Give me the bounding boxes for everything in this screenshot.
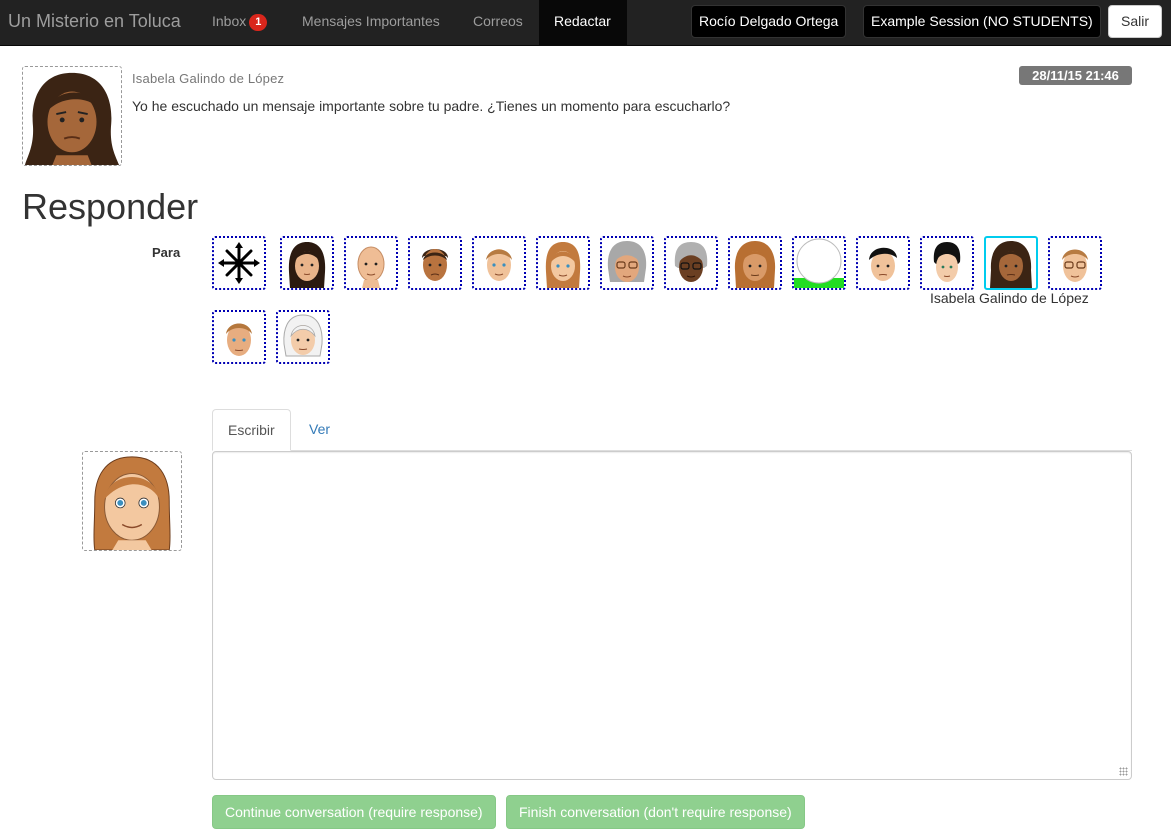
app-brand[interactable]: Un Misterio en Toluca [8, 0, 181, 46]
message-text: Yo he escuchado un mensaje importante so… [132, 98, 731, 114]
recipient-avatar[interactable] [276, 310, 330, 364]
nav-inbox-label: Inbox [212, 13, 247, 29]
avatar-isabela-icon [24, 72, 120, 165]
recipient-avatar[interactable] [536, 236, 590, 290]
avatar-dark-skin-gray-hair-woman-icon [674, 242, 708, 282]
resize-grip[interactable] [1118, 766, 1130, 778]
avatar-rocio-icon [93, 456, 171, 550]
recipient-avatar[interactable] [856, 236, 910, 290]
nav-inbox[interactable]: Inbox 1 [197, 0, 282, 46]
recipient-all[interactable] [212, 236, 266, 290]
recipient-avatar[interactable] [1048, 236, 1102, 290]
nav-redactar[interactable]: Redactar [539, 0, 627, 46]
inbox-count-badge: 1 [249, 14, 268, 31]
recipient-avatar[interactable] [920, 236, 974, 290]
top-navbar: Un Misterio en Toluca Inbox 1 Mensajes Im… [0, 0, 1171, 46]
nav-correos[interactable]: Correos [458, 0, 538, 46]
avatar-black-hair-woman-icon [933, 242, 961, 282]
session-button[interactable]: Example Session (NO STUDENTS) [863, 5, 1101, 38]
avatar-dark-hair-woman-icon [288, 242, 326, 288]
resize-grip-icon [1119, 767, 1128, 776]
avatar-light-man-icon [486, 249, 512, 281]
selected-recipient-name: Isabela Galindo de López [930, 290, 1089, 306]
my-avatar [82, 451, 182, 551]
recipient-avatar[interactable] [728, 236, 782, 290]
recipient-avatar[interactable] [600, 236, 654, 290]
recipient-avatar[interactable] [344, 236, 398, 290]
avatar-brown-man-icon [422, 249, 448, 281]
all-recipients-icon [218, 242, 260, 284]
avatar-glasses-man-icon [1062, 249, 1088, 282]
recipient-avatar[interactable] [212, 310, 266, 364]
recipient-avatar[interactable] [792, 236, 846, 290]
avatar-white-hair-woman-icon [283, 314, 323, 357]
avatar-bald-man-icon [357, 246, 385, 288]
sender-avatar [22, 66, 122, 166]
avatar-long-hair-woman-icon [545, 242, 581, 288]
avatar-isabela-icon [990, 241, 1032, 288]
finish-conversation-button[interactable]: Finish conversation (don't require respo… [506, 795, 805, 829]
continue-conversation-button[interactable]: Continue conversation (require response) [212, 795, 496, 829]
tab-escribir[interactable]: Escribir [212, 409, 291, 451]
recipient-avatar-selected[interactable] [984, 236, 1038, 290]
reply-heading: Responder [22, 186, 199, 227]
message-date-badge: 28/11/15 21:46 [1019, 66, 1132, 85]
avatar-short-hair-man-icon [226, 323, 252, 356]
user-button[interactable]: Rocío Delgado Ortega [691, 5, 847, 38]
avatar-blank-green-icon [794, 238, 844, 288]
nav-mensajes-importantes[interactable]: Mensajes Importantes [287, 0, 455, 46]
avatar-gray-hair-glasses-woman-icon [607, 241, 647, 282]
message-sender: Isabela Galindo de López [132, 71, 285, 86]
recipient-avatar[interactable] [408, 236, 462, 290]
recipient-avatar[interactable] [664, 236, 718, 290]
tab-ver[interactable]: Ver [294, 409, 345, 451]
message-compose-textarea[interactable] [212, 451, 1132, 780]
recipient-avatar[interactable] [280, 236, 334, 290]
logout-button[interactable]: Salir [1108, 5, 1162, 38]
recipient-avatar[interactable] [472, 236, 526, 290]
to-label: Para [152, 245, 181, 260]
avatar-black-hair-man-icon [869, 247, 897, 281]
avatar-brown-long-hair-man-icon [734, 241, 776, 288]
